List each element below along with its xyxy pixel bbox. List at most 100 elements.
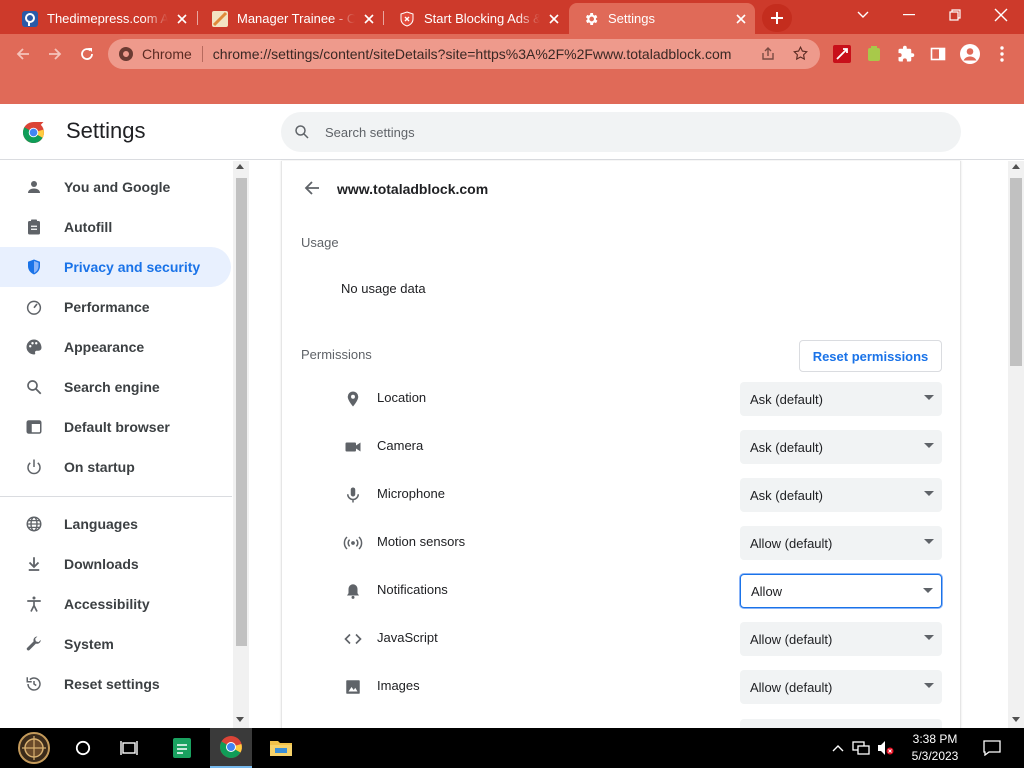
select-value: Allow (default)	[750, 679, 833, 695]
tab-settings[interactable]: Settings	[569, 3, 755, 34]
taskbar-app-chrome[interactable]	[210, 728, 252, 768]
notification-center-button[interactable]	[978, 728, 1006, 768]
permission-name: JavaScript	[377, 630, 438, 645]
menu-kebab-icon[interactable]	[987, 39, 1017, 69]
scroll-up-arrow[interactable]	[236, 164, 244, 169]
thedimepress-favicon	[22, 10, 38, 27]
scroll-down-arrow[interactable]	[1012, 717, 1020, 722]
task-view-button[interactable]	[112, 728, 146, 768]
chrome-logo-icon	[118, 46, 134, 62]
back-arrow-icon[interactable]	[300, 178, 324, 198]
dropdown-arrow-icon	[924, 539, 934, 544]
dropdown-arrow-icon	[924, 683, 934, 688]
scroll-down-arrow[interactable]	[236, 717, 244, 722]
address-bar[interactable]: Chrome chrome://settings/content/siteDet…	[108, 39, 820, 69]
sidebar-item-label: Default browser	[64, 419, 170, 435]
close-icon[interactable]	[540, 13, 568, 24]
dropdown-arrow-icon	[924, 635, 934, 640]
sidebar-item-label: You and Google	[64, 179, 171, 195]
speedometer-icon	[22, 295, 46, 319]
tab-manager-trainee[interactable]: Manager Trainee - Op	[198, 3, 383, 34]
notifications-select[interactable]: Allow	[740, 574, 942, 608]
show-hidden-icons-button[interactable]	[828, 728, 848, 768]
scroll-up-arrow[interactable]	[1012, 164, 1020, 169]
sidebar-divider	[0, 496, 232, 497]
extensions-puzzle-icon[interactable]	[891, 39, 921, 69]
side-panel-icon[interactable]	[923, 39, 953, 69]
window-close-button[interactable]	[978, 0, 1024, 30]
reset-permissions-button[interactable]: Reset permissions	[799, 340, 942, 372]
permission-row-images: Images Allow (default)	[282, 663, 962, 711]
permission-name: Microphone	[377, 486, 445, 501]
dropdown-arrow-icon	[924, 395, 934, 400]
microphone-select[interactable]: Ask (default)	[740, 478, 942, 512]
cortana-button[interactable]	[66, 728, 100, 768]
circle-icon	[75, 740, 91, 756]
extension-green-icon[interactable]	[859, 39, 889, 69]
javascript-select[interactable]: Allow (default)	[740, 622, 942, 656]
sidebar-item-reset-settings[interactable]: Reset settings	[0, 664, 231, 704]
restore-button[interactable]	[932, 0, 978, 30]
profile-avatar-icon[interactable]	[955, 39, 985, 69]
sidebar-item-appearance[interactable]: Appearance	[0, 327, 231, 367]
sidebar-item-performance[interactable]: Performance	[0, 287, 231, 327]
sidebar-item-on-startup[interactable]: On startup	[0, 447, 231, 487]
back-button[interactable]	[8, 39, 38, 69]
bookmark-star-icon[interactable]	[792, 45, 809, 62]
system-clock[interactable]: 3:38 PM 5/3/2023	[900, 731, 970, 765]
next-select-partial	[740, 719, 942, 728]
sidebar-item-autofill[interactable]: Autofill	[0, 207, 231, 247]
close-icon[interactable]	[727, 13, 755, 24]
share-icon[interactable]	[760, 46, 776, 62]
new-tab-button[interactable]	[762, 4, 792, 32]
extension-red-icon[interactable]	[827, 39, 857, 69]
sidebar-scrollbar-thumb[interactable]	[236, 178, 247, 646]
url-text[interactable]: chrome://settings/content/siteDetails?si…	[213, 46, 743, 62]
sidebar-item-default-browser[interactable]: Default browser	[0, 407, 231, 447]
sidebar-item-search-engine[interactable]: Search engine	[0, 367, 231, 407]
sidebar-item-you-and-google[interactable]: You and Google	[0, 167, 231, 207]
taskbar-app-file-explorer[interactable]	[262, 728, 300, 768]
minimize-button[interactable]	[886, 0, 932, 30]
speech-bubble-icon	[983, 740, 1001, 756]
forward-button[interactable]	[40, 39, 70, 69]
sidebar-item-downloads[interactable]: Downloads	[0, 544, 231, 584]
search-box[interactable]	[281, 112, 961, 152]
restore-icon	[949, 9, 961, 21]
sidebar-item-system[interactable]: System	[0, 624, 231, 664]
select-value: Ask (default)	[750, 391, 823, 407]
clipboard-icon	[22, 215, 46, 239]
tab-start-blocking-ads[interactable]: Start Blocking Ads &	[385, 3, 568, 34]
volume-muted-icon[interactable]	[874, 728, 896, 768]
tab-search-button[interactable]	[840, 0, 886, 30]
usage-text: No usage data	[341, 281, 426, 296]
bell-icon	[341, 579, 365, 603]
sidebar-item-languages[interactable]: Languages	[0, 504, 231, 544]
close-icon[interactable]	[168, 13, 196, 24]
location-select[interactable]: Ask (default)	[740, 382, 942, 416]
microphone-icon	[341, 483, 365, 507]
tab-thedimepress[interactable]: Thedimepress.com Ad	[8, 3, 196, 34]
palette-icon	[22, 335, 46, 359]
camera-select[interactable]: Ask (default)	[740, 430, 942, 464]
network-icon[interactable]	[850, 728, 872, 768]
site-label: Chrome	[142, 46, 192, 62]
close-icon[interactable]	[355, 13, 383, 24]
permission-name: Camera	[377, 438, 424, 453]
taskbar-app-green[interactable]	[163, 728, 201, 768]
image-icon	[341, 675, 365, 699]
reload-button[interactable]	[72, 39, 102, 69]
sidebar-item-accessibility[interactable]: Accessibility	[0, 584, 231, 624]
motion-sensors-select[interactable]: Allow (default)	[740, 526, 942, 560]
page-scrollbar-thumb[interactable]	[1010, 178, 1022, 366]
select-value: Allow (default)	[750, 631, 833, 647]
sidebar-item-label: Languages	[64, 516, 138, 532]
sidebar-item-privacy-and-security[interactable]: Privacy and security	[0, 247, 231, 287]
images-select[interactable]: Allow (default)	[740, 670, 942, 704]
history-icon	[22, 672, 46, 696]
tab-title: Manager Trainee - Op	[237, 11, 355, 26]
start-button[interactable]	[8, 728, 60, 768]
select-value: Allow	[751, 583, 783, 599]
settings-sidebar: You and Google Autofill Privacy and secu…	[0, 161, 233, 728]
search-input[interactable]	[325, 124, 925, 140]
